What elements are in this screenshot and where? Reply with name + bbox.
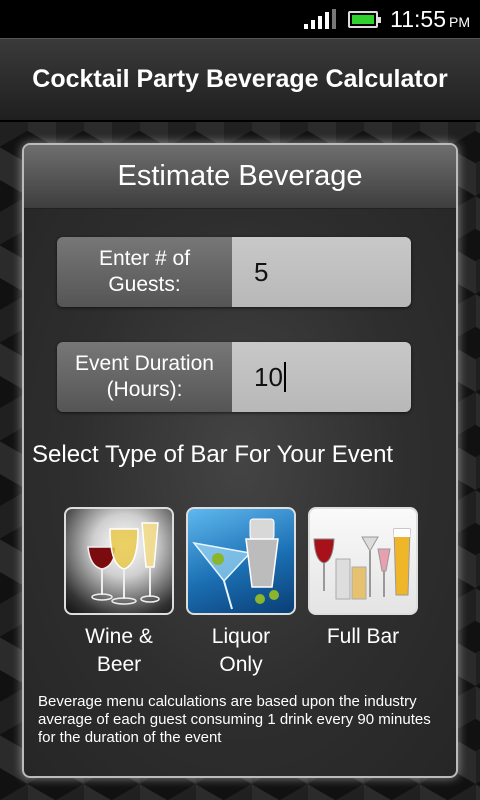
guests-field: Enter # of Guests: 5 bbox=[57, 237, 411, 307]
wine-beer-label-line1: Wine & bbox=[85, 625, 153, 648]
clock-time: 11:55 bbox=[390, 5, 446, 32]
status-bar: 11:55 PM bbox=[0, 0, 480, 38]
bar-option-full-bar[interactable]: Full Bar bbox=[308, 507, 418, 651]
wine-beer-label-line2: Beer bbox=[96, 653, 142, 676]
guests-input[interactable]: 5 bbox=[232, 237, 411, 307]
signal-icon bbox=[304, 9, 337, 29]
wine-glasses-icon bbox=[64, 507, 174, 615]
bar-option-liquor-only[interactable]: Liquor Only bbox=[186, 507, 296, 679]
battery-icon bbox=[348, 10, 382, 28]
bar-option-label: Wine & Beer bbox=[64, 623, 174, 679]
duration-input-value: 10 bbox=[254, 361, 283, 392]
bar-option-label: Liquor Only bbox=[186, 623, 296, 679]
status-clock: 11:55 PM bbox=[390, 6, 470, 33]
liquor-label-line1: Liquor bbox=[211, 625, 271, 648]
duration-input[interactable]: 10 bbox=[232, 342, 411, 412]
guests-input-value: 5 bbox=[254, 256, 269, 287]
guests-label-line2: Guests: bbox=[108, 273, 181, 296]
panel-header: Estimate Beverage bbox=[24, 145, 456, 209]
duration-field: Event Duration (Hours): 10 bbox=[57, 342, 411, 412]
duration-label-line2: (Hours): bbox=[106, 378, 183, 401]
app-title: Cocktail Party Beverage Calculator bbox=[32, 65, 448, 93]
estimate-panel: Estimate Beverage Enter # of Guests: 5 E… bbox=[22, 143, 458, 778]
duration-label-line1: Event Duration bbox=[75, 352, 214, 375]
clock-ampm: PM bbox=[449, 13, 470, 30]
panel-title: Estimate Beverage bbox=[117, 160, 363, 192]
bar-type-heading: Select Type of Bar For Your Event bbox=[32, 441, 394, 468]
calculation-footnote: Beverage menu calculations are based upo… bbox=[38, 693, 431, 746]
text-cursor bbox=[283, 362, 286, 392]
app-title-bar: Cocktail Party Beverage Calculator bbox=[0, 38, 480, 122]
liquor-label-line2: Only bbox=[219, 653, 263, 676]
assorted-drinks-icon bbox=[308, 507, 418, 615]
guests-label-line1: Enter # of bbox=[98, 247, 191, 270]
app-screen: 11:55 PM Cocktail Party Beverage Calculat… bbox=[0, 0, 480, 800]
martini-shaker-icon bbox=[186, 507, 296, 615]
bar-option-label: Full Bar bbox=[308, 623, 418, 651]
bar-option-wine-beer[interactable]: Wine & Beer bbox=[64, 507, 174, 679]
guests-label: Enter # of Guests: bbox=[57, 237, 232, 307]
full-bar-label-line1: Full Bar bbox=[326, 625, 400, 648]
duration-label: Event Duration (Hours): bbox=[57, 342, 232, 412]
